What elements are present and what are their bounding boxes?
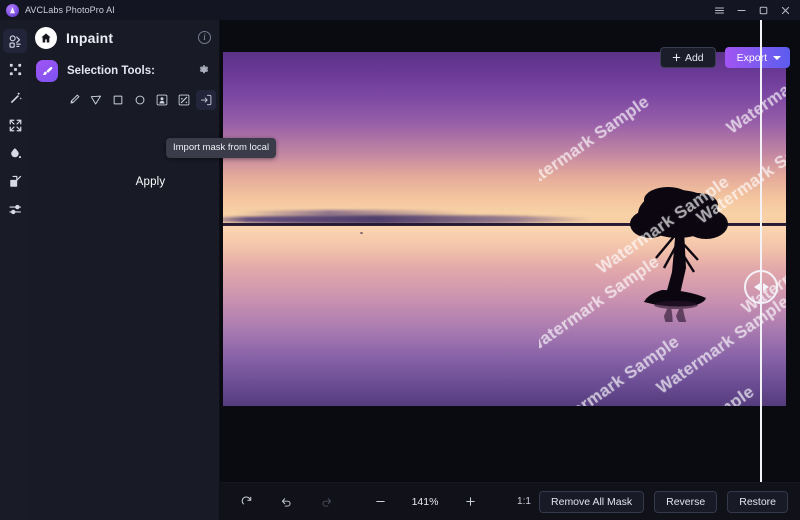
watermark-overlay: Watermark Sample Watermark Sample Waterm… [539, 52, 786, 406]
plus-icon [672, 53, 681, 62]
tool-brush[interactable] [64, 90, 84, 110]
sidebar-item-crop[interactable] [3, 169, 27, 193]
home-icon[interactable] [35, 27, 57, 49]
compare-divider[interactable] [760, 20, 762, 482]
sidebar-item-colorize[interactable] [3, 141, 27, 165]
info-icon[interactable]: i [198, 31, 211, 44]
water-speck [360, 232, 363, 234]
reverse-button[interactable]: Reverse [654, 491, 718, 513]
selection-tools-header: Selection Tools: [30, 56, 219, 86]
tool-ellipse[interactable] [130, 90, 150, 110]
redo-icon[interactable] [314, 491, 338, 513]
selection-tools-label: Selection Tools: [67, 65, 155, 77]
watermark-text: Watermark Sample [618, 382, 758, 406]
tool-lasso[interactable] [86, 90, 106, 110]
remove-all-mask-button[interactable]: Remove All Mask [539, 491, 645, 513]
reset-icon[interactable] [234, 491, 258, 513]
left-rail [0, 20, 30, 520]
tool-import-mask[interactable] [196, 90, 216, 110]
apply-button[interactable]: Apply [69, 170, 232, 194]
sidebar-item-adjust[interactable] [3, 197, 27, 221]
app-logo-icon [6, 3, 19, 17]
zoom-level: 141% [411, 495, 439, 508]
add-button[interactable]: Add [659, 47, 716, 68]
image-stage[interactable]: Add Export Watermark Sample Watermark Sa… [220, 20, 800, 482]
inpaint-badge-icon [36, 60, 58, 82]
watermark-text: Watermark Sample [693, 121, 786, 228]
sidebar-item-upscale[interactable] [3, 113, 27, 137]
export-button-label: Export [736, 51, 767, 64]
panel-header: Inpaint i [30, 20, 219, 56]
compare-handle[interactable] [744, 270, 778, 304]
undo-icon[interactable] [274, 491, 298, 513]
app-body: Inpaint i Selection Tools: Import mask f… [0, 20, 800, 520]
canvas-area: Add Export Watermark Sample Watermark Sa… [220, 20, 800, 520]
zoom-in-button[interactable] [458, 491, 482, 513]
sidebar-item-inpaint[interactable] [3, 29, 27, 53]
tooltip-import-mask: Import mask from local [166, 138, 277, 158]
bottom-toolbar: 141% 1:1 Remove All Mask Reverse Restore [220, 482, 800, 520]
page-title: Inpaint [66, 30, 114, 46]
tool-auto-select[interactable] [174, 90, 194, 110]
watermark-text: Watermark Sample [593, 171, 733, 278]
maximize-icon[interactable] [752, 0, 774, 20]
selection-tools-row [30, 86, 219, 110]
mask-actions: Remove All Mask Reverse Restore [539, 491, 788, 513]
window-controls [708, 0, 796, 20]
tool-panel: Inpaint i Selection Tools: Import mask f… [30, 20, 277, 520]
photo-preview[interactable]: Watermark Sample Watermark Sample Waterm… [223, 52, 786, 406]
chevron-down-icon [773, 55, 781, 60]
app-window: AVCLabs PhotoPro AI Inpaint i Selection … [0, 0, 800, 520]
watermark-text: Watermark Sample [539, 91, 653, 198]
zoom-out-button[interactable] [368, 491, 392, 513]
tool-rectangle[interactable] [108, 90, 128, 110]
zoom-controls: 141% 1:1 [234, 490, 576, 513]
title-bar: AVCLabs PhotoPro AI [0, 0, 800, 20]
menu-icon[interactable] [708, 0, 730, 20]
gear-icon[interactable] [198, 63, 210, 81]
sidebar-item-retouch[interactable] [3, 85, 27, 109]
tool-select-subject[interactable] [152, 90, 172, 110]
arrow-left-icon [753, 283, 760, 291]
close-icon[interactable] [774, 0, 796, 20]
minimize-icon[interactable] [730, 0, 752, 20]
sidebar-item-enhance[interactable] [3, 57, 27, 81]
actual-size-button[interactable]: 1:1 [512, 491, 536, 513]
watermark-layer: Watermark Sample Watermark Sample Waterm… [539, 52, 786, 406]
app-title: AVCLabs PhotoPro AI [25, 5, 115, 15]
restore-button[interactable]: Restore [727, 491, 788, 513]
arrow-right-icon [762, 283, 769, 291]
top-actions: Add Export [659, 47, 790, 68]
export-button[interactable]: Export [724, 47, 790, 68]
add-button-label: Add [684, 51, 704, 64]
